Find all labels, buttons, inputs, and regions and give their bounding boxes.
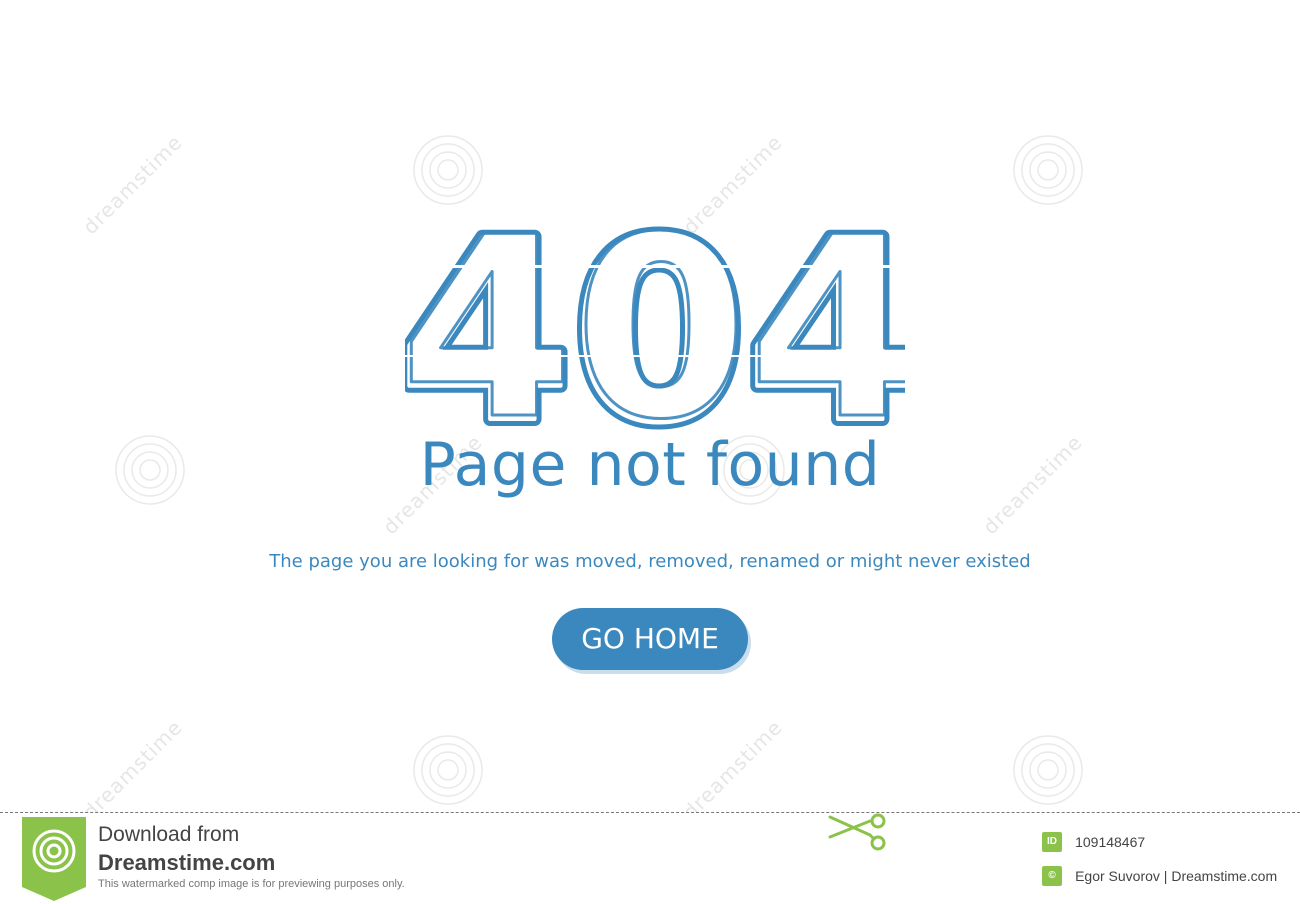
download-from-label: Download from xyxy=(98,823,240,846)
watermark-spiral-ring xyxy=(437,159,459,181)
watermark-spiral-ring xyxy=(1029,751,1067,789)
dreamstime-logo-icon xyxy=(22,817,86,901)
watermark-spiral-ring xyxy=(413,735,483,805)
watermark-spiral-ring xyxy=(1037,759,1059,781)
watermark-text: dreamstime xyxy=(78,715,188,824)
watermark-spiral-ring xyxy=(1021,743,1075,797)
disclaimer-text: This watermarked comp image is for previ… xyxy=(98,878,405,890)
scissors-icon xyxy=(828,813,886,851)
watermark-spiral-ring xyxy=(429,151,467,189)
watermark-spiral-ring xyxy=(1037,159,1059,181)
error-code-outline: 404 xyxy=(405,205,905,445)
stock-footer: Download from Dreamstime.com This waterm… xyxy=(0,812,1300,904)
author-credit[interactable]: Egor Suvorov | Dreamstime.com xyxy=(1075,868,1277,884)
watermark-spiral-ring xyxy=(1013,135,1083,205)
copyright-icon: © xyxy=(1042,865,1062,886)
image-id: 109148467 xyxy=(1075,833,1146,850)
watermark-spiral-ring xyxy=(421,143,475,197)
watermark-text: dreamstime xyxy=(78,130,188,239)
error-message: The page you are looking for was moved, … xyxy=(269,551,1031,572)
site-name[interactable]: Dreamstime.com xyxy=(98,850,275,876)
author-row: © Egor Suvorov | Dreamstime.com xyxy=(1042,865,1277,886)
go-home-button[interactable]: GO HOME xyxy=(552,608,748,670)
page-title: Page not found xyxy=(419,430,881,500)
watermark-spiral-ring xyxy=(437,759,459,781)
id-badge: ID xyxy=(1042,831,1062,852)
watermark-spiral-ring xyxy=(413,135,483,205)
watermark-spiral-ring xyxy=(421,743,475,797)
error-page: dreamstime dreamstime dreamstime dreamst… xyxy=(0,0,1300,824)
image-id-row: ID 109148467 xyxy=(1042,831,1146,852)
watermark-text: dreamstime xyxy=(678,715,788,824)
watermark-spiral-ring xyxy=(1013,735,1083,805)
watermark-spiral-ring xyxy=(1029,151,1067,189)
error-code-404: 404 404 404 xyxy=(405,205,905,445)
watermark-spiral-ring xyxy=(429,751,467,789)
watermark-spiral-ring xyxy=(1021,143,1075,197)
